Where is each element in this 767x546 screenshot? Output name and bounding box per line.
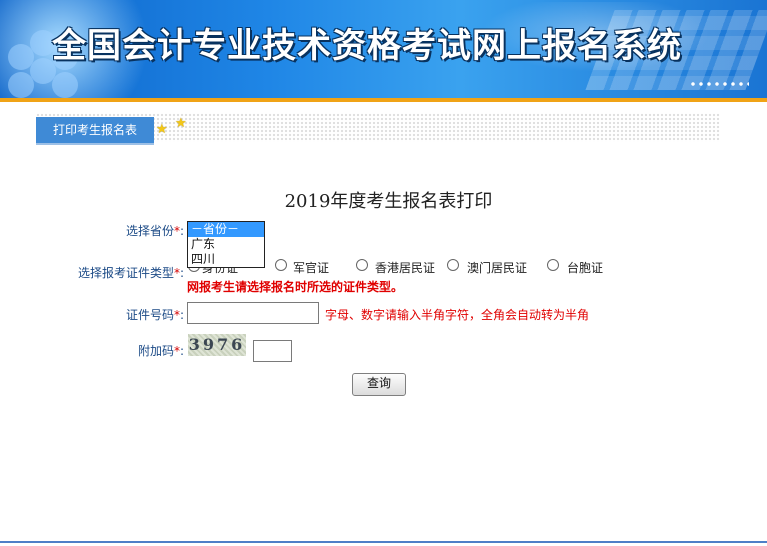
bottom-divider [0,541,767,543]
header-banner: 全国会计专业技术资格考试网上报名系统 [0,0,767,98]
captcha-label: 附加码*: [137,344,184,358]
radio-military-id[interactable] [275,259,287,271]
province-option[interactable]: －省份－ [188,222,264,237]
province-option[interactable]: 四川 [188,252,264,267]
id-type-label: 选择报考证件类型*: [77,266,184,280]
radio-taiwan-id[interactable] [547,259,559,271]
radio-label: 香港居民证 [375,261,436,275]
star-icon: ★ [156,122,168,137]
page-title: 2019年度考生报名表打印 [284,191,493,212]
system-title: 全国会计专业技术资格考试网上报名系统 [52,26,682,66]
radio-label: 台胞证 [567,261,604,275]
query-button[interactable]: 查询 [352,373,406,396]
id-type-notice: 网报考生请选择报名时所选的证件类型。 [187,280,404,294]
radio-label: 澳门居民证 [467,261,528,275]
id-number-hint: 字母、数字请输入半角字符，全角会自动转为半角 [325,308,590,322]
radio-hongkong-id[interactable] [356,259,368,271]
captcha-image[interactable]: 3976 [188,334,246,356]
province-option[interactable]: 广东 [188,237,264,252]
province-label: 选择省份*: [125,224,184,238]
id-number-input[interactable] [187,302,319,324]
id-number-label: 证件号码*: [125,308,184,322]
star-icon: ★ [175,116,187,131]
captcha-input[interactable] [253,340,292,362]
banner-divider [0,98,767,102]
radio-label: 军官证 [293,261,330,275]
tab-print-registration[interactable]: 打印考生报名表 [36,117,154,143]
radio-macau-id[interactable] [447,259,459,271]
province-select[interactable]: －省份－ 广东 四川 [187,221,265,268]
